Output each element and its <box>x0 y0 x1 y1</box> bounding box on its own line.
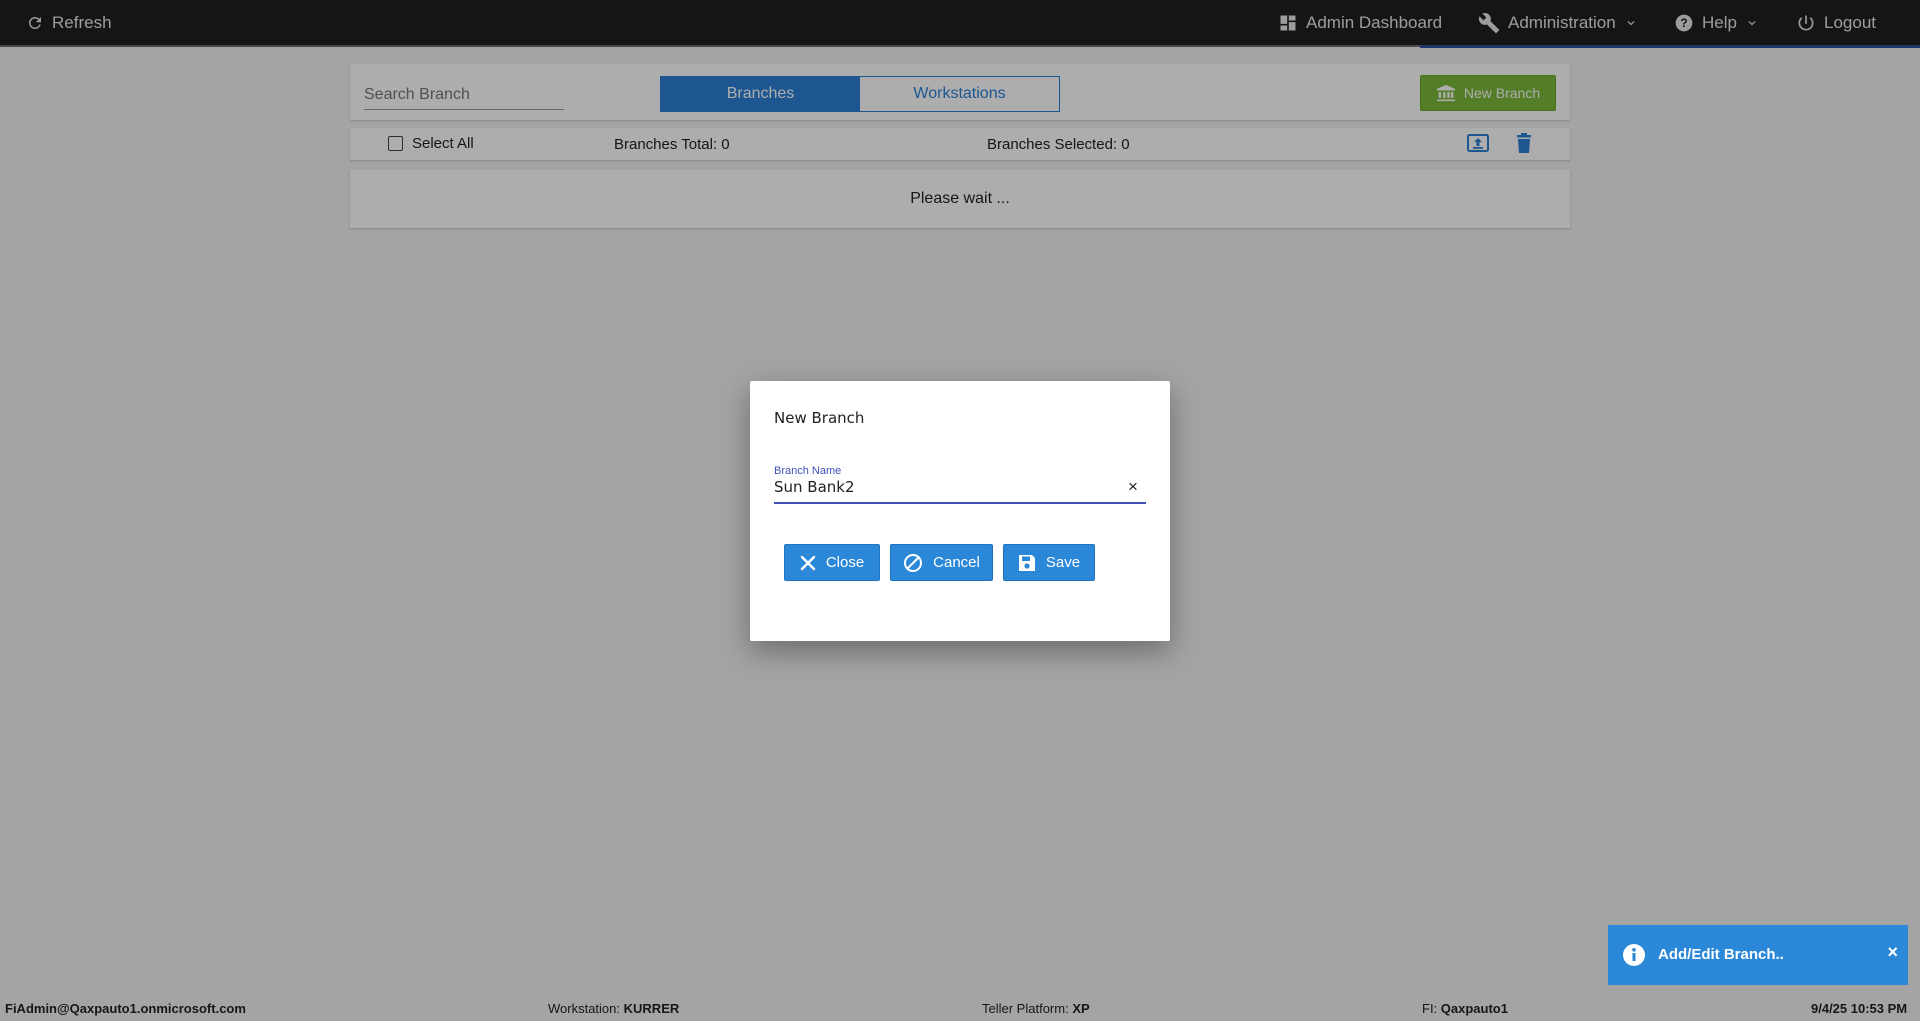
cancel-button[interactable]: Cancel <box>890 544 993 581</box>
toast-close-icon[interactable]: × <box>1887 942 1898 963</box>
clear-input-icon[interactable]: × <box>1124 477 1142 497</box>
floppy-disk-icon <box>1018 554 1035 571</box>
close-icon <box>800 555 816 570</box>
cancel-label: Cancel <box>933 554 980 571</box>
close-button[interactable]: Close <box>784 544 880 581</box>
toast-notification: Add/Edit Branch.. × <box>1608 925 1908 985</box>
save-button[interactable]: Save <box>1003 544 1095 581</box>
dialog-title: New Branch <box>774 409 865 427</box>
branch-name-input[interactable] <box>774 476 1122 498</box>
toast-message: Add/Edit Branch.. <box>1658 946 1784 963</box>
save-label: Save <box>1045 554 1081 571</box>
branch-name-underline <box>774 502 1146 504</box>
info-icon <box>1623 944 1645 966</box>
close-label: Close <box>825 554 865 571</box>
new-branch-dialog: New Branch Branch Name × Close Cancel Sa… <box>750 381 1170 641</box>
ban-icon <box>904 553 923 572</box>
